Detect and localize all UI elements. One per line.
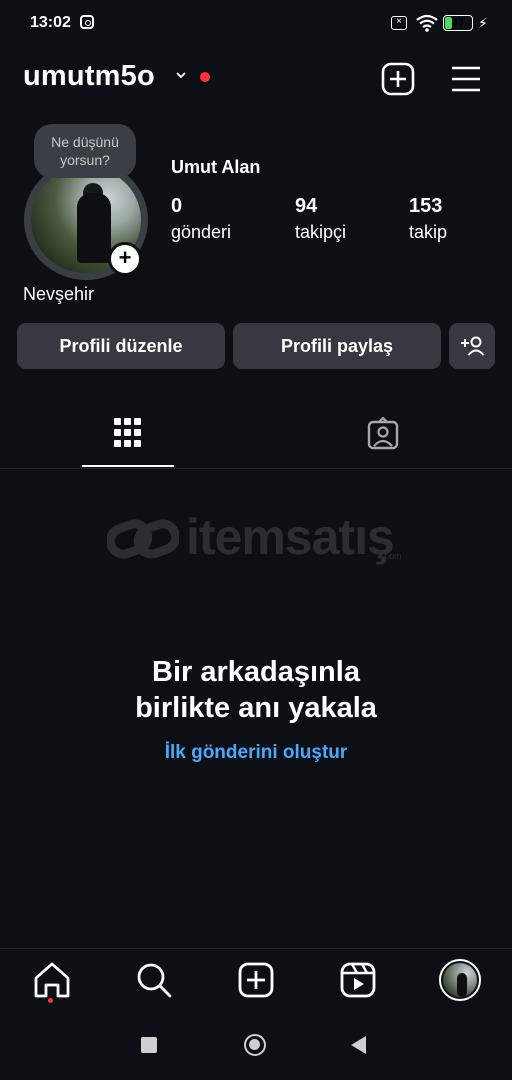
- notification-dot: [200, 72, 210, 82]
- stat-followers[interactable]: 94 takipçi: [295, 195, 346, 243]
- tab-divider: [0, 468, 512, 469]
- stat-posts[interactable]: 0 gönderi: [171, 195, 231, 243]
- sim-icon: ×: [391, 16, 407, 30]
- edit-profile-button[interactable]: Profili düzenle: [17, 323, 225, 369]
- tagged-icon[interactable]: [366, 417, 400, 451]
- stat-following-value: 153: [409, 195, 443, 217]
- status-time: 13:02: [30, 14, 71, 31]
- battery-level: 33: [452, 17, 464, 28]
- status-bar: 13:02 × 33 ⚡: [0, 0, 512, 48]
- empty-state-title-line1: Bir arkadaşınla: [152, 656, 360, 688]
- note-text: Ne düşünü yorsun?: [51, 134, 119, 168]
- discover-people-button[interactable]: [449, 323, 495, 369]
- share-profile-button[interactable]: Profili paylaş: [233, 323, 441, 369]
- back-button[interactable]: [351, 1036, 366, 1054]
- stat-posts-value: 0: [171, 195, 183, 217]
- profile-location: Nevşehir: [23, 284, 95, 304]
- reels-icon[interactable]: [338, 960, 378, 1000]
- add-post-icon[interactable]: [381, 62, 415, 96]
- create-icon[interactable]: [236, 960, 276, 1000]
- stat-following[interactable]: 153 takip: [409, 195, 447, 243]
- wifi-icon: [416, 14, 438, 32]
- profile-username[interactable]: umutm5o: [23, 60, 155, 93]
- home-icon[interactable]: [32, 960, 72, 1000]
- menu-icon[interactable]: [450, 64, 482, 94]
- full-name: Umut Alan: [171, 157, 261, 177]
- watermark-suffix: .com: [382, 551, 402, 561]
- active-tab-indicator: [82, 465, 174, 467]
- profile-avatar[interactable]: [443, 963, 477, 997]
- search-icon[interactable]: [134, 960, 174, 1000]
- add-story-icon[interactable]: +: [108, 242, 142, 276]
- add-person-icon: [461, 336, 485, 356]
- stat-followers-value: 94: [295, 195, 318, 217]
- watermark-text: itemsatış: [186, 509, 395, 565]
- home-button[interactable]: [244, 1034, 266, 1056]
- home-notification-dot: [48, 998, 53, 1003]
- grid-icon[interactable]: [114, 418, 142, 450]
- create-first-post-link[interactable]: İlk gönderini oluştur: [0, 742, 512, 764]
- empty-state-title-line2: birlikte anı yakala: [135, 692, 377, 724]
- stat-following-label: takip: [409, 222, 448, 242]
- nav-divider: [0, 948, 512, 949]
- stat-posts-label: gönderi: [171, 222, 232, 242]
- battery-icon: 33: [443, 15, 473, 31]
- instagram-icon: [80, 15, 94, 29]
- charging-icon: ⚡: [478, 15, 488, 31]
- empty-state-title: Bir arkadaşınla birlikte anı yakala: [0, 654, 512, 726]
- recents-button[interactable]: [141, 1037, 157, 1053]
- chevron-down-icon[interactable]: [176, 70, 186, 80]
- note-bubble[interactable]: Ne düşünü yorsun?: [34, 124, 136, 178]
- watermark-logo-icon: [107, 519, 179, 559]
- stat-followers-label: takipçi: [295, 222, 347, 242]
